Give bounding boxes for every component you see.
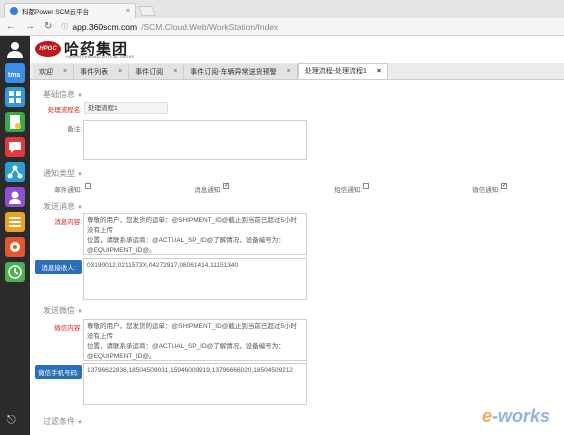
- logout-icon[interactable]: ⎋: [7, 414, 16, 427]
- wechat-content-textarea[interactable]: 尊敬的用户，您发货的运单：@SHIPMENT_ID@截止到当前已超过5小时没有上…: [83, 319, 307, 361]
- tab-close-icon[interactable]: ×: [63, 68, 67, 75]
- tab-event-list[interactable]: 事件列表 ×: [74, 64, 130, 79]
- contacts-icon[interactable]: [5, 187, 25, 207]
- url-field[interactable]: ⓘ app.360scm.com/SCM.Cloud.Web/WorkStati…: [61, 22, 278, 32]
- sms-notify-checkbox[interactable]: [363, 183, 369, 189]
- tms-module-icon[interactable]: tms: [5, 63, 25, 83]
- wechat-notify-checkbox[interactable]: ✓: [501, 183, 507, 189]
- section-send-wechat[interactable]: 发送微信 ▼: [43, 305, 83, 316]
- company-logo-english: HARBIN PHARMACEUTICAL GROUP: [66, 55, 135, 59]
- remark-textarea[interactable]: [83, 120, 307, 160]
- app-sidebar: tms ⎋: [0, 36, 30, 435]
- back-arrow-icon[interactable]: ←: [6, 21, 16, 32]
- section-title: 过滤条件: [43, 417, 75, 426]
- section-title: 发送消息: [43, 202, 75, 211]
- section-filter-conditions[interactable]: 过滤条件 ▼: [43, 416, 83, 427]
- app-header: HPGC 哈药集团 HARBIN PHARMACEUTICAL GROUP: [30, 36, 564, 62]
- url-path: /SCM.Cloud.Web/WorkStation/Index: [141, 21, 279, 32]
- tab-label: 处理流程-处理流程1: [304, 68, 367, 75]
- alarm-icon[interactable]: [5, 237, 25, 257]
- page-info-icon[interactable]: ⓘ: [61, 22, 68, 32]
- collapse-caret-icon[interactable]: ▼: [77, 420, 83, 426]
- wechat-notify-label: 微信通知:: [472, 187, 500, 194]
- tab-label: 事件订阅-车辆异常送货预警: [190, 68, 277, 76]
- svg-text:tms: tms: [8, 72, 21, 79]
- eworks-watermark: e-works: [482, 406, 550, 427]
- message-content-line: 尊敬的用户，您发货的运单：@SHIPMENT_ID@截止到当前已超过5小时没有上…: [87, 217, 298, 234]
- flow-name-label: 处理流程名:: [47, 107, 82, 114]
- wechat-content-line: 位置，请联系承运商：@ACTUAL_SP_ID@了解情况，设备编号为：: [87, 343, 285, 350]
- flow-name-input[interactable]: 处理流程1: [84, 102, 168, 114]
- section-notify-type[interactable]: 通知类型 ▼: [43, 168, 83, 179]
- wechat-phone-field[interactable]: 13796622836,18504509031,15946009919,1379…: [83, 363, 307, 405]
- site-favicon-icon: [10, 7, 18, 15]
- section-send-message[interactable]: 发送消息 ▼: [43, 201, 83, 212]
- collapse-caret-icon[interactable]: ▼: [77, 172, 83, 178]
- tab-close-icon[interactable]: ×: [118, 68, 122, 75]
- reload-icon[interactable]: ↻: [44, 21, 52, 32]
- tab-process-flow[interactable]: 处理流程-处理流程1 ×: [297, 63, 389, 79]
- message-notify-checkbox[interactable]: ✓: [223, 183, 229, 189]
- message-content-line: 位置，请联系承运商：@ACTUAL_SP_ID@了解情况，设备编号为：: [87, 237, 285, 244]
- email-notify-label: 邮件通知:: [54, 187, 82, 194]
- new-tab-button[interactable]: [138, 6, 156, 16]
- tab-event-subscription[interactable]: 事件订阅 ×: [129, 64, 185, 79]
- watermark-prefix: e: [481, 406, 492, 426]
- message-content-textarea[interactable]: 尊敬的用户，您发货的运单：@SHIPMENT_ID@截止到当前已超过5小时没有上…: [83, 213, 307, 255]
- list-icon[interactable]: [5, 212, 25, 232]
- section-title: 通知类型: [43, 169, 75, 178]
- document-icon[interactable]: [5, 112, 25, 132]
- tab-welcome[interactable]: 欢迎 ×: [33, 64, 75, 79]
- section-title: 发送微信: [43, 306, 75, 315]
- browser-tab-close-icon[interactable]: ×: [126, 8, 130, 15]
- message-receiver-field[interactable]: 03190012,0211573X,04272917,08061414,1115…: [83, 258, 307, 300]
- browser-tab-title: 科都Power SCM云平台: [22, 9, 90, 16]
- email-notify-checkbox[interactable]: [85, 183, 91, 189]
- message-content-label: 消息内容:: [54, 219, 82, 226]
- url-host: app.360scm.com: [72, 21, 138, 32]
- wechat-content-label: 微信内容:: [54, 325, 82, 332]
- wechat-phone-button[interactable]: 微信手机号码:: [35, 365, 82, 379]
- wechat-content-line: @EQUIPMENT_ID@。: [87, 353, 156, 360]
- message-icon[interactable]: [5, 137, 25, 157]
- collapse-caret-icon[interactable]: ▼: [77, 205, 83, 211]
- address-bar: ← → ↻ ⓘ app.360scm.com/SCM.Cloud.Web/Wor…: [0, 18, 564, 36]
- company-logo-badge: HPGC: [35, 41, 61, 57]
- message-receiver-button[interactable]: 消息接收人:: [35, 260, 82, 274]
- watermark-text: -works: [491, 406, 550, 426]
- browser-tab[interactable]: 科都Power SCM云平台 ×: [4, 3, 136, 18]
- tab-close-icon[interactable]: ×: [287, 68, 291, 75]
- tab-close-icon[interactable]: ×: [377, 68, 381, 75]
- remark-label: 备注:: [67, 126, 82, 133]
- tab-label: 事件订阅: [135, 68, 164, 76]
- message-content-line: @EQUIPMENT_ID@。: [87, 247, 156, 254]
- tab-label: 欢迎: [39, 68, 53, 76]
- sms-notify-label: 短信通知:: [334, 187, 362, 194]
- section-title: 基础信息: [43, 90, 75, 99]
- network-icon[interactable]: [5, 162, 25, 182]
- browser-tab-strip: 科都Power SCM云平台 ×: [0, 0, 564, 18]
- user-profile-icon[interactable]: [5, 39, 25, 59]
- tab-close-icon[interactable]: ×: [173, 68, 177, 75]
- process-flow-form: 基础信息 ▼ 处理流程名: 处理流程1 备注: 通知类型 ▼ 邮件通知: 消息通知:…: [30, 80, 564, 435]
- collapse-caret-icon[interactable]: ▼: [77, 93, 83, 99]
- dashboard-grid-icon[interactable]: [5, 87, 25, 107]
- clock-icon[interactable]: [5, 262, 25, 282]
- collapse-caret-icon[interactable]: ▼: [77, 309, 83, 315]
- tab-label: 事件列表: [80, 68, 109, 76]
- forward-arrow-icon[interactable]: →: [25, 21, 35, 32]
- wechat-content-line: 尊敬的用户，您发货的运单：@SHIPMENT_ID@截止到当前已超过5小时没有上…: [87, 323, 298, 340]
- section-basic-info[interactable]: 基础信息 ▼: [43, 89, 83, 100]
- message-notify-label: 消息通知:: [194, 187, 222, 194]
- page-tab-strip: 欢迎 × 事件列表 × 事件订阅 × 事件订阅-车辆异常送货预警 × 处理流程-处理流程…: [30, 63, 564, 80]
- tab-vehicle-alert-subscription[interactable]: 事件订阅-车辆异常送货预警 ×: [184, 64, 298, 79]
